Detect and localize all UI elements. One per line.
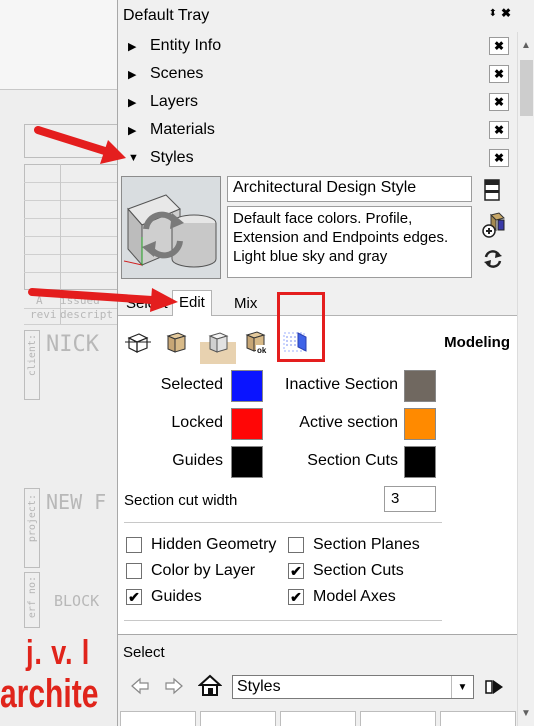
brand-line-1: j. v. l xyxy=(26,634,91,672)
active-section-color-swatch[interactable] xyxy=(404,408,436,440)
back-arrow-icon[interactable] xyxy=(130,677,150,700)
select-title: Select xyxy=(123,644,165,661)
checkmark-icon[interactable]: ✔ xyxy=(288,563,304,579)
section-cut-width-input[interactable]: 3 xyxy=(384,486,436,512)
panel-layers[interactable]: ▶ Layers ✖ xyxy=(118,88,517,116)
inactive-section-color-swatch[interactable] xyxy=(404,370,436,402)
drawing-canvas: A issued revi descript client: NICK proj… xyxy=(0,0,118,726)
locked-color-swatch[interactable] xyxy=(231,408,263,440)
section-cuts-checkbox[interactable]: ✔ Section Cuts xyxy=(288,562,404,580)
guides-label: Guides xyxy=(172,452,223,469)
close-panel-icon[interactable]: ✖ xyxy=(489,149,509,167)
collection-dropdown[interactable]: Styles ▼ xyxy=(232,675,474,699)
chevron-down-icon[interactable]: ▼ xyxy=(451,676,473,698)
checkbox-box[interactable] xyxy=(126,563,142,579)
guides-color-swatch[interactable] xyxy=(231,446,263,478)
close-panel-icon[interactable]: ✖ xyxy=(489,93,509,111)
collapsed-triangle-icon: ▶ xyxy=(128,68,137,81)
panel-scenes[interactable]: ▶ Scenes ✖ xyxy=(118,60,517,88)
panel-label: Scenes xyxy=(150,65,204,82)
active-section-label: Active section xyxy=(299,414,398,431)
scroll-up-icon[interactable]: ▲ xyxy=(521,40,531,51)
face-settings-icon[interactable] xyxy=(162,328,190,356)
edit-tab-body: ok Modeling Selected Locked Guides Inact… xyxy=(118,316,517,646)
close-panel-icon[interactable]: ✖ xyxy=(489,65,509,83)
panel-label: Entity Info xyxy=(150,37,222,54)
checkbox-label: Guides xyxy=(151,588,202,605)
canvas-top-strip xyxy=(0,0,118,90)
scroll-down-icon[interactable]: ▼ xyxy=(521,708,531,719)
model-axes-checkbox[interactable]: ✔ Model Axes xyxy=(288,588,396,606)
checkbox-label: Color by Layer xyxy=(151,562,256,579)
guides-checkbox[interactable]: ✔ Guides xyxy=(126,588,202,606)
locked-label: Locked xyxy=(171,414,223,431)
forward-arrow-icon[interactable] xyxy=(164,677,184,700)
checkbox-label: Model Axes xyxy=(313,588,396,605)
default-tray: Default Tray ⬍ ✖ ▶ Entity Info ✖ ▶ Scene… xyxy=(117,0,518,726)
section-planes-checkbox[interactable]: Section Planes xyxy=(288,536,420,554)
home-icon[interactable] xyxy=(197,673,223,702)
pin-icon[interactable]: ⬍ xyxy=(489,8,497,19)
color-by-layer-checkbox[interactable]: Color by Layer xyxy=(126,562,255,580)
checkbox-label: Section Cuts xyxy=(313,562,404,579)
selected-color-swatch[interactable] xyxy=(231,370,263,402)
tray-title-bar: Default Tray ⬍ ✖ xyxy=(118,0,517,32)
edge-settings-icon[interactable] xyxy=(124,328,152,356)
details-arrow-icon[interactable] xyxy=(484,677,506,702)
dropdown-value: Styles xyxy=(237,678,281,695)
drawing-new-text: NEW F xyxy=(46,490,107,514)
modeling-label: Modeling xyxy=(444,334,510,351)
annotation-arrow-icon xyxy=(28,288,178,312)
collapsed-triangle-icon: ▶ xyxy=(128,96,137,109)
background-settings-icon[interactable] xyxy=(204,328,232,356)
create-style-icon[interactable] xyxy=(482,212,505,238)
scroll-thumb[interactable] xyxy=(520,60,533,116)
checkmark-icon[interactable]: ✔ xyxy=(126,589,142,605)
panel-label: Styles xyxy=(150,149,194,166)
style-thumbnail[interactable] xyxy=(121,176,221,279)
annotation-highlight-box xyxy=(277,292,325,362)
panel-materials[interactable]: ▶ Materials ✖ xyxy=(118,116,517,144)
checkbox-box[interactable] xyxy=(288,537,304,553)
label-project: project: xyxy=(27,494,38,543)
section-cuts-color-swatch[interactable] xyxy=(404,446,436,478)
close-tray-icon[interactable]: ✖ xyxy=(501,6,511,20)
drawing-block-text: BLOCK xyxy=(54,592,100,610)
expanded-triangle-icon: ▼ xyxy=(128,152,139,164)
checkbox-box[interactable] xyxy=(126,537,142,553)
thumbnail-row xyxy=(120,711,516,726)
select-section: Select Styles ▼ xyxy=(118,634,518,726)
panel-styles[interactable]: ▼ Styles ✖ xyxy=(118,144,517,172)
panel-label: Materials xyxy=(150,121,215,138)
tray-title: Default Tray xyxy=(123,7,210,24)
tray-scrollbar[interactable]: ▲ ▼ xyxy=(517,32,534,726)
brand-line-2: archite xyxy=(0,672,99,716)
label-client: client: xyxy=(27,334,38,377)
style-description-field[interactable]: Default face colors. Profile, Extension … xyxy=(227,206,472,278)
collapsed-triangle-icon: ▶ xyxy=(128,40,137,53)
panel-label: Layers xyxy=(150,93,199,110)
section-cuts-label: Section Cuts xyxy=(307,452,398,469)
annotation-arrow-icon xyxy=(34,126,126,164)
collapsed-triangle-icon: ▶ xyxy=(128,124,137,137)
style-info-area: Architectural Design Style Default face … xyxy=(118,172,517,282)
inactive-section-label: Inactive Section xyxy=(285,376,398,393)
checkbox-label: Section Planes xyxy=(313,536,420,553)
label-ref: erf no: xyxy=(27,576,38,619)
display-secondary-pane-icon[interactable] xyxy=(482,178,504,201)
update-style-icon[interactable] xyxy=(482,248,504,270)
section-cut-width-label: Section cut width xyxy=(124,492,238,509)
svg-text:ok: ok xyxy=(257,346,267,355)
watermark-settings-icon[interactable]: ok xyxy=(242,328,270,356)
hidden-geometry-checkbox[interactable]: Hidden Geometry xyxy=(126,536,276,554)
drawing-name-text: NICK xyxy=(46,332,99,357)
selected-label: Selected xyxy=(160,376,223,393)
close-panel-icon[interactable]: ✖ xyxy=(489,121,509,139)
panel-entity-info[interactable]: ▶ Entity Info ✖ xyxy=(118,32,517,60)
style-name-field[interactable]: Architectural Design Style xyxy=(227,176,472,202)
tab-mix[interactable]: Mix xyxy=(228,292,263,316)
checkmark-icon[interactable]: ✔ xyxy=(288,589,304,605)
checkbox-label: Hidden Geometry xyxy=(151,536,277,553)
close-panel-icon[interactable]: ✖ xyxy=(489,37,509,55)
